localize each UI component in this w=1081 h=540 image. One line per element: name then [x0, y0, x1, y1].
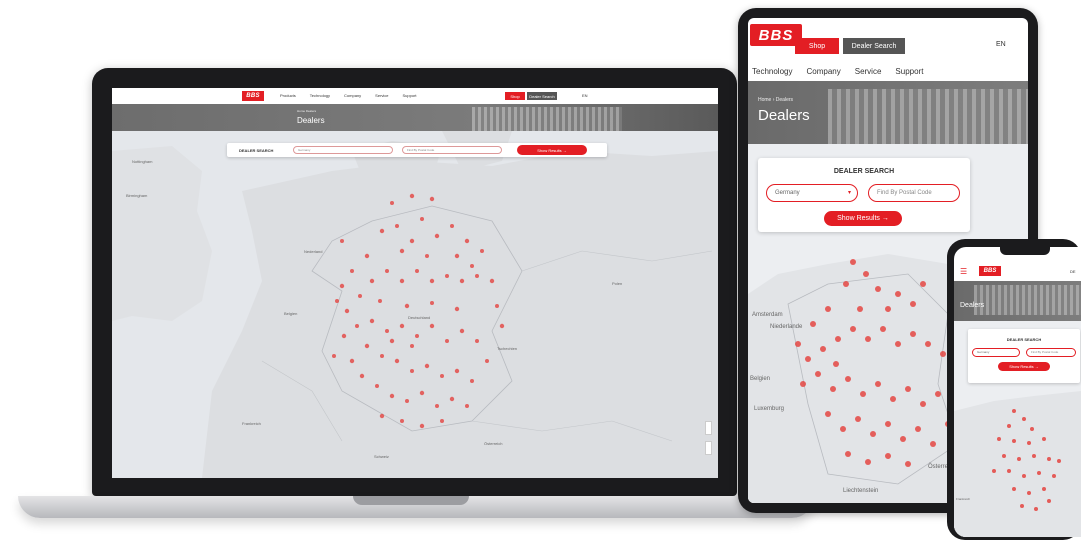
laptop-dealer-map[interactable]: Nottingham Birmingham Nederland Belgien … [112, 131, 718, 478]
phone-show-results-button[interactable]: Show Results → [998, 362, 1050, 371]
map-label-luxemburg: Luxemburg [754, 406, 785, 412]
nav-link-service[interactable]: Service [375, 93, 388, 98]
tablet-country-select[interactable]: Germany ▾ [766, 184, 858, 202]
language-selector[interactable]: EN [582, 93, 588, 98]
phone-page-title: Dealers [960, 302, 985, 309]
chevron-down-icon: ▾ [847, 190, 851, 196]
tablet-postal-code-input[interactable]: Find By Postal Code [868, 184, 960, 202]
wheels-image [828, 89, 1028, 144]
map-label-frankreich: Frankreich [956, 497, 971, 501]
breadcrumb: Home Dealers [297, 109, 317, 113]
map-label-belgien: Belgien [284, 311, 298, 316]
postal-code-input[interactable]: Find By Postal Code [402, 146, 502, 154]
tablet-shop-button[interactable]: Shop [795, 38, 839, 54]
map-label-osterreich: Österreich [484, 441, 503, 446]
tablet-country-value: Germany [775, 190, 800, 196]
wheels-image [974, 285, 1081, 315]
laptop-screen: BBS Products Technology Company Service … [112, 88, 718, 478]
tablet-nav-company[interactable]: Company [806, 67, 840, 76]
phone-dealer-map[interactable]: Frankreich DEALER SEARCH Germany Find By… [954, 321, 1081, 537]
phone-screen: ☰ BBS DE Dealers Frankreich DEALER SEARC… [954, 247, 1081, 537]
phone-notch [1000, 247, 1050, 255]
tablet-dealer-search-panel: DEALER SEARCH Germany ▾ Find By Postal C… [758, 158, 970, 232]
fullscreen-control[interactable] [705, 441, 712, 455]
phone-hero-banner: Dealers [954, 281, 1081, 321]
phone-logo[interactable]: BBS [979, 266, 1001, 276]
tablet-dealer-search-button[interactable]: Dealer Search [843, 38, 905, 54]
dealer-search-panel: DEALER SEARCH Germany Find By Postal Cod… [227, 143, 607, 157]
phone-dealer-search-panel: DEALER SEARCH Germany Find By Postal Cod… [968, 329, 1080, 383]
laptop-nav-links: Products Technology Company Service Supp… [280, 93, 417, 98]
tablet-nav-links: Technology Company Service Support [752, 67, 923, 76]
device-mockup-stage: BBS Products Technology Company Service … [0, 0, 1081, 540]
map-label-nederland: Nederland [304, 249, 323, 254]
nav-link-company[interactable]: Company [344, 93, 361, 98]
nav-link-products[interactable]: Products [280, 93, 296, 98]
map-label-schweiz: Schweiz [374, 454, 389, 459]
map-label-nottingham: Nottingham [132, 159, 153, 164]
tablet-hero-banner: Home › Dealers Dealers [748, 81, 1028, 144]
tablet-dealer-search-label: DEALER SEARCH [833, 168, 895, 175]
show-results-button[interactable]: Show Results → [517, 145, 587, 155]
map-label-deutschland: Deutschland [408, 315, 431, 320]
nav-link-technology[interactable]: Technology [310, 93, 330, 98]
phone-country-select[interactable]: Germany [972, 348, 1020, 357]
map-label-birmingham: Birmingham [126, 193, 148, 198]
laptop-notch [353, 496, 469, 505]
map-label-frankreich: Frankreich [242, 421, 261, 426]
country-select[interactable]: Germany [293, 146, 393, 154]
wheels-image [472, 107, 622, 131]
page-title: Dealers [297, 116, 325, 125]
phone-language-selector[interactable]: DE [1070, 269, 1076, 274]
hamburger-menu-icon[interactable]: ☰ [960, 267, 967, 276]
dealer-search-label: DEALER SEARCH [239, 148, 274, 153]
phone-dealer-search-label: DEALER SEARCH [1006, 337, 1042, 342]
zoom-controls[interactable] [705, 421, 712, 435]
tablet-nav-technology[interactable]: Technology [752, 67, 792, 76]
map-label-polen: Polen [612, 281, 623, 286]
map-label-amsterdam: Amsterdam [752, 312, 783, 318]
tablet-breadcrumb: Home › Dealers [758, 97, 794, 103]
tablet-nav-support[interactable]: Support [895, 67, 923, 76]
tablet-show-results-button[interactable]: Show Results → [824, 211, 902, 226]
tablet-language-selector[interactable]: EN [996, 41, 1006, 48]
dealer-search-button[interactable]: Dealer Search [527, 92, 557, 100]
tablet-page-title: Dealers [758, 107, 810, 124]
map-label-liechtenstein: Liechtenstein [843, 488, 879, 494]
shop-button[interactable]: Shop [505, 92, 525, 100]
map-label-belgien: Belgien [750, 376, 771, 382]
laptop-navbar: BBS Products Technology Company Service … [112, 88, 718, 104]
map-label-tschechien: Tschechien [497, 346, 518, 351]
phone-postal-code-input[interactable]: Find By Postal Code [1026, 348, 1076, 357]
map-label-niederlande: Niederlande [770, 324, 803, 330]
laptop-logo[interactable]: BBS [242, 91, 264, 101]
map-graphic [112, 131, 718, 478]
laptop-hero-banner: Home Dealers Dealers [112, 104, 718, 131]
tablet-nav-service[interactable]: Service [855, 67, 882, 76]
nav-link-support[interactable]: Support [403, 93, 417, 98]
